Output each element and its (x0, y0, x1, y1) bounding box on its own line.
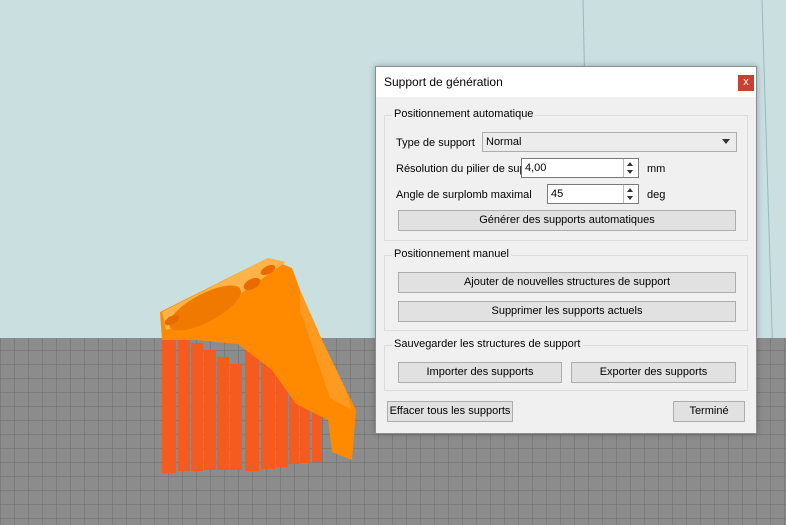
support-type-select[interactable]: Normal (482, 132, 737, 152)
overhang-angle-label: Angle de surplomb maximal (396, 189, 532, 201)
manual-group-title: Positionnement manuel (392, 248, 511, 260)
auto-positioning-group: Positionnement automatique Type de suppo… (384, 108, 748, 241)
import-supports-button[interactable]: Importer des supports (398, 362, 562, 383)
close-button[interactable]: x (738, 75, 754, 91)
dialog-titlebar[interactable]: Support de génération x (376, 67, 756, 97)
pillar-resolution-value: 4,00 (525, 162, 547, 174)
overhang-angle-value: 45 (551, 188, 564, 200)
arrow-up-icon[interactable] (627, 162, 633, 166)
resolution-unit: mm (647, 163, 666, 175)
support-type-label: Type de support (396, 137, 475, 149)
pillar-resolution-spinbox[interactable]: 4,00 (521, 158, 639, 178)
add-supports-button[interactable]: Ajouter de nouvelles structures de suppo… (398, 272, 736, 293)
spinbox-arrows[interactable] (623, 159, 638, 177)
save-group-title: Sauvegarder les structures de support (392, 338, 583, 350)
overhang-angle-spinbox[interactable]: 45 (547, 184, 639, 204)
support-generation-dialog: Support de génération x Positionnement a… (375, 66, 757, 434)
dialog-title: Support de génération (384, 75, 503, 89)
arrow-down-icon[interactable] (627, 170, 633, 174)
spinbox-arrows[interactable] (623, 185, 638, 203)
done-button[interactable]: Terminé (673, 401, 745, 422)
manual-positioning-group: Positionnement manuel Ajouter de nouvell… (384, 248, 748, 331)
remove-supports-button[interactable]: Supprimer les supports actuels (398, 301, 736, 322)
export-supports-button[interactable]: Exporter des supports (571, 362, 736, 383)
save-structures-group: Sauvegarder les structures de support Im… (384, 338, 748, 391)
arrow-up-icon[interactable] (627, 188, 633, 192)
angle-unit: deg (647, 189, 666, 201)
chevron-down-icon (722, 139, 730, 144)
generate-supports-button[interactable]: Générer des supports automatiques (398, 210, 736, 231)
clear-all-supports-button[interactable]: Effacer tous les supports (387, 401, 513, 422)
auto-group-title: Positionnement automatique (392, 108, 536, 120)
arrow-down-icon[interactable] (627, 196, 633, 200)
support-type-value: Normal (486, 136, 522, 148)
close-icon: x (743, 76, 749, 88)
